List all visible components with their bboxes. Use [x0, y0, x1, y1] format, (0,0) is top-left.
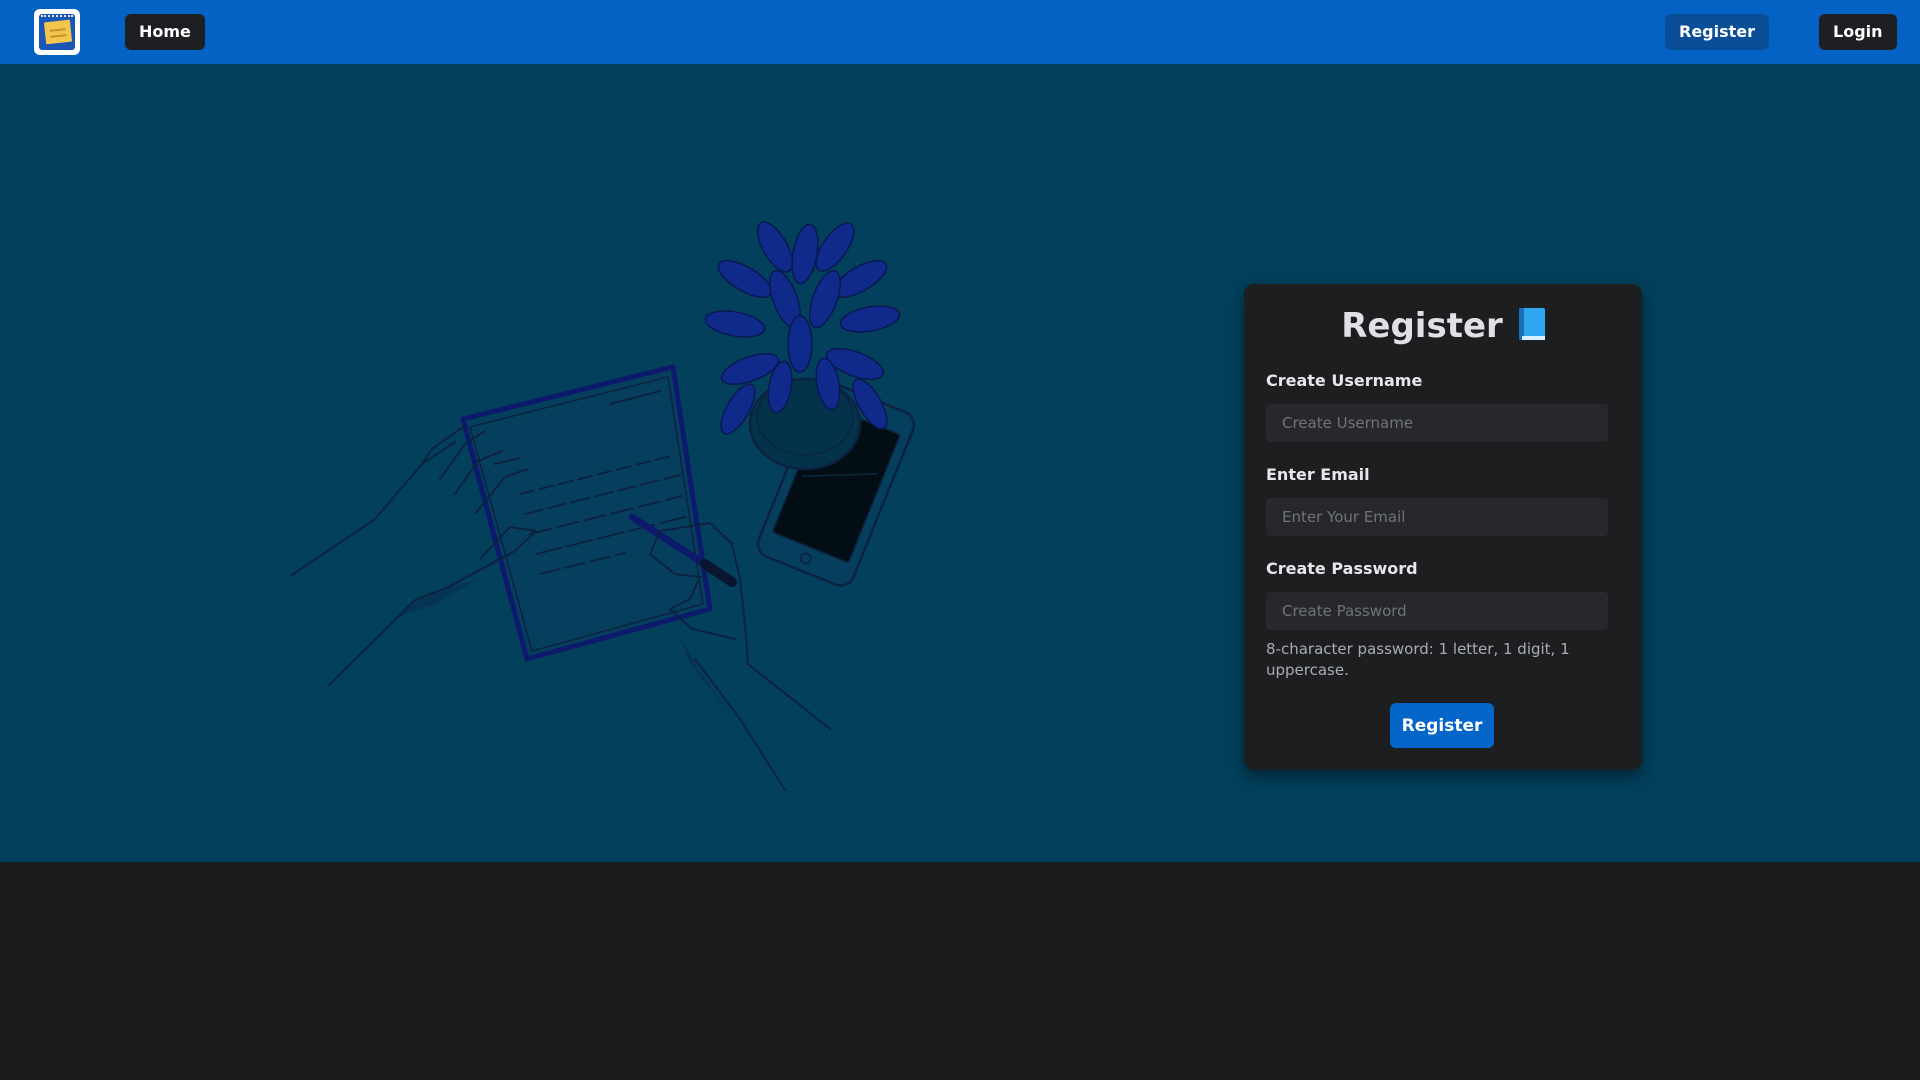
- blue-book-icon: [1518, 308, 1545, 340]
- footer-area: [0, 862, 1920, 1080]
- person-writing-letter-illustration: [291, 221, 916, 791]
- register-submit-button[interactable]: Register: [1390, 703, 1494, 748]
- sticky-notes-logo-icon[interactable]: [34, 9, 80, 55]
- username-label: Create Username: [1266, 371, 1423, 390]
- username-input[interactable]: [1266, 404, 1608, 442]
- email-input[interactable]: [1266, 498, 1608, 536]
- register-form-card: Register Create Username Enter Email Cre…: [1244, 284, 1642, 770]
- password-hint: 8-character password: 1 letter, 1 digit,…: [1266, 640, 1570, 679]
- email-label: Enter Email: [1266, 465, 1370, 484]
- top-navbar: Home Register Login: [0, 0, 1920, 64]
- password-label: Create Password: [1266, 559, 1418, 578]
- login-button[interactable]: Login: [1819, 14, 1897, 50]
- password-input[interactable]: [1266, 592, 1608, 630]
- home-button[interactable]: Home: [125, 14, 205, 50]
- register-title-text: Register: [1341, 306, 1503, 346]
- register-title: Register: [1244, 306, 1642, 346]
- hero-section: Register Create Username Enter Email Cre…: [0, 64, 1920, 862]
- nav-register-button[interactable]: Register: [1665, 14, 1770, 50]
